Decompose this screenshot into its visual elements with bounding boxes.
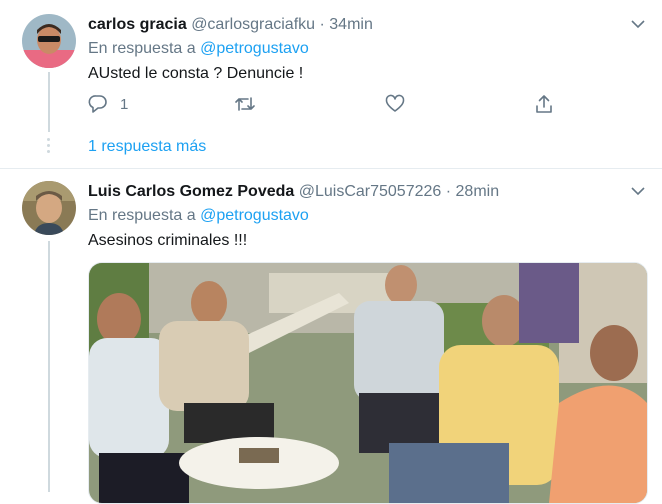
reply-count: 1 (120, 95, 129, 113)
heart-icon (385, 94, 405, 112)
display-name[interactable]: Luis Carlos Gomez Poveda (88, 183, 294, 200)
timestamp[interactable]: 34min (329, 16, 373, 33)
user-handle[interactable]: @LuisCar75057226 (299, 183, 442, 200)
tweet-header: Luis Carlos Gomez Poveda @LuisCar7505722… (88, 181, 499, 203)
tweet-carlos-gracia[interactable]: carlos gracia @carlosgraciafku · 34min E… (0, 0, 662, 153)
retweet-icon (235, 97, 255, 111)
more-replies-link[interactable]: 1 respuesta más (88, 138, 206, 156)
share-icon (536, 95, 552, 113)
thread-line (48, 72, 50, 132)
tweet-photo[interactable] (88, 262, 648, 504)
reply-prefix: En respuesta a (88, 207, 196, 224)
photo-image (89, 263, 647, 503)
sunglasses-man-avatar-icon (22, 14, 76, 68)
reply-context: En respuesta a @petrogustavo (88, 40, 309, 58)
reply-mention-link[interactable]: @petrogustavo (200, 40, 309, 57)
reply-prefix: En respuesta a (88, 40, 196, 57)
thread-line (48, 241, 50, 492)
tweet-text: AUsted le consta ? Denuncie ! (88, 65, 304, 82)
reply-icon (88, 95, 107, 113)
thread-dots (47, 138, 50, 156)
reply-context: En respuesta a @petrogustavo (88, 207, 309, 225)
reply-mention-link[interactable]: @petrogustavo (200, 207, 309, 224)
chevron-down-icon[interactable] (630, 183, 646, 199)
man-portrait-avatar-icon (22, 181, 76, 235)
chevron-down-icon[interactable] (630, 16, 646, 32)
user-handle[interactable]: @carlosgraciafku (191, 16, 315, 33)
like-button[interactable] (385, 93, 405, 115)
retweet-button[interactable] (234, 93, 256, 115)
reply-button[interactable]: 1 (88, 93, 128, 115)
separator: · (319, 16, 325, 33)
separator: · (445, 183, 452, 200)
avatar[interactable] (22, 181, 76, 235)
timestamp[interactable]: 28min (456, 183, 500, 200)
tweet-header: carlos gracia @carlosgraciafku · 34min (88, 14, 373, 36)
tweet-text: Asesinos criminales !!! (88, 232, 248, 249)
tweet-actions: 1 (88, 93, 568, 115)
avatar[interactable] (22, 14, 76, 68)
share-button[interactable] (534, 93, 554, 115)
display-name[interactable]: carlos gracia (88, 16, 187, 33)
